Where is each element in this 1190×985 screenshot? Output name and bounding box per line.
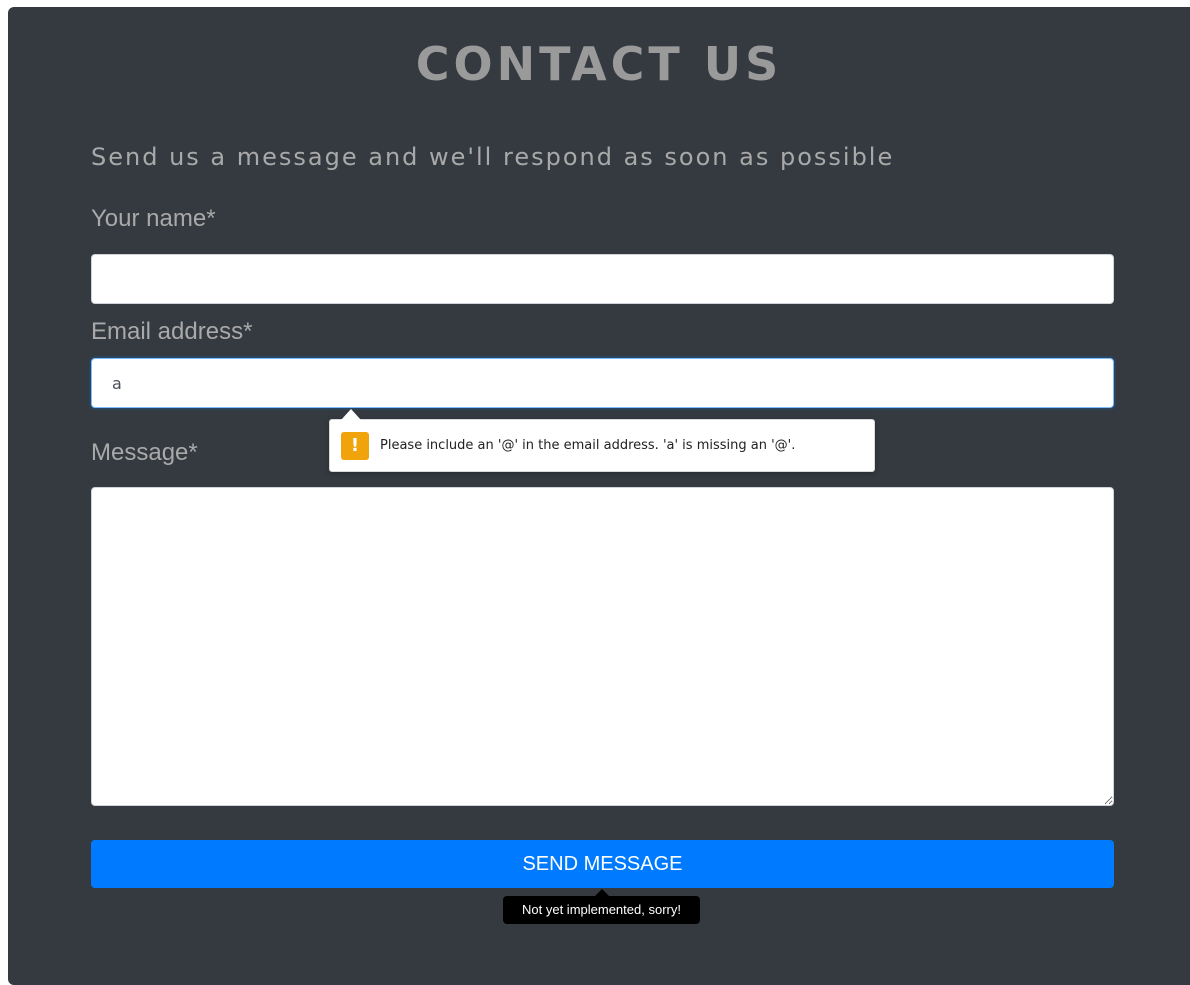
message-label: Message* xyxy=(91,439,198,466)
not-implemented-tooltip: Not yet implemented, sorry! xyxy=(503,896,700,924)
validation-message: Please include an '@' in the email addre… xyxy=(380,438,796,453)
name-input[interactable] xyxy=(91,254,1114,304)
message-textarea[interactable] xyxy=(91,487,1114,806)
email-label: Email address* xyxy=(91,318,253,345)
name-label: Your name* xyxy=(91,205,216,232)
page-title: CONTACT US xyxy=(415,37,783,91)
warning-icon: ! xyxy=(341,432,369,460)
page-subtitle: Send us a message and we'll respond as s… xyxy=(91,143,895,171)
send-message-button[interactable]: SEND MESSAGE xyxy=(91,840,1114,888)
tooltip-arrow xyxy=(595,889,609,896)
validation-bubble: ! Please include an '@' in the email add… xyxy=(329,419,875,472)
validation-bubble-arrow xyxy=(341,409,361,420)
email-input[interactable] xyxy=(91,358,1114,408)
